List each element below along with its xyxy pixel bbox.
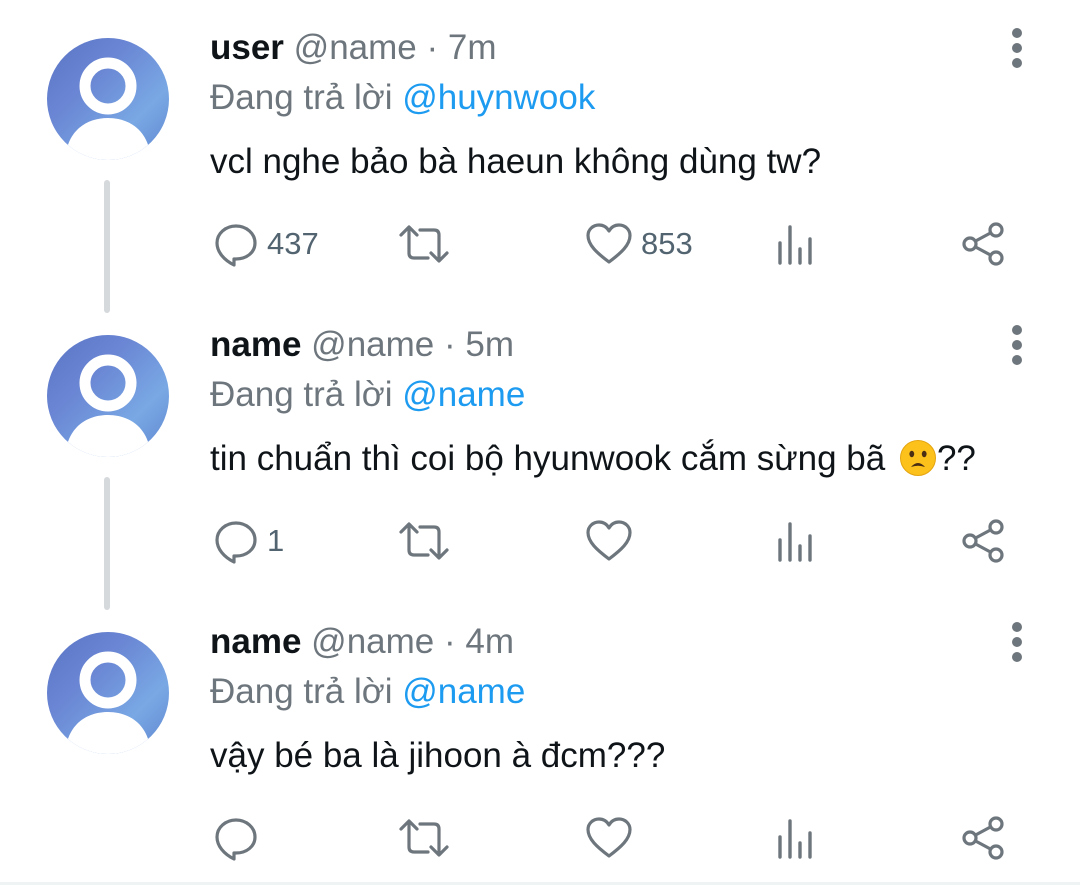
heart-icon: [586, 520, 632, 561]
tweet-text-content: tin chuẩn thì coi bộ hyunwook cắm sừng b…: [210, 439, 895, 478]
user-handle[interactable]: @name: [294, 28, 417, 67]
replying-to-label: Đang trả lời: [210, 78, 393, 117]
views-button[interactable]: [775, 514, 819, 568]
replying-to-line: Đang trả lời @name: [210, 375, 525, 415]
tweet-text: vcl nghe bảo bà haeun không dùng tw?: [210, 141, 821, 183]
tweet-text-content: vcl nghe bảo bà haeun không dùng tw?: [210, 142, 822, 181]
like-button[interactable]: 853: [585, 217, 693, 271]
retweet-button[interactable]: [397, 514, 459, 568]
replying-to-mention[interactable]: @name: [402, 672, 525, 711]
share-button[interactable]: [960, 514, 1006, 568]
views-bar-chart-icon: [778, 522, 812, 562]
more-vertical-icon: [1012, 622, 1022, 662]
more-options-button[interactable]: [1004, 620, 1030, 664]
tweet-text: vậy bé ba là jihoon à đcm???: [210, 735, 665, 777]
retweet-icon: [399, 522, 449, 560]
replying-to-mention[interactable]: @name: [402, 375, 525, 414]
user-handle[interactable]: @name: [311, 325, 434, 364]
tweet-2[interactable]: name @name · 5m Đang trả lời @name tin c…: [0, 297, 1080, 594]
tweet-3[interactable]: name @name · 4m Đang trả lời @name vậy b…: [0, 594, 1080, 891]
timestamp[interactable]: 5m: [465, 325, 514, 364]
views-bar-chart-icon: [778, 225, 812, 265]
conversation-thread: user @name · 7m Đang trả lời @huynwook v…: [0, 0, 1080, 885]
display-name[interactable]: name: [210, 325, 301, 364]
replying-to-label: Đang trả lời: [210, 375, 393, 414]
tweet-header: name @name · 5m: [210, 325, 514, 365]
timestamp[interactable]: 7m: [448, 28, 497, 67]
reply-bubble-icon: [215, 224, 257, 267]
user-handle[interactable]: @name: [311, 622, 434, 661]
timestamp[interactable]: 4m: [465, 622, 514, 661]
reply-button[interactable]: 437: [213, 217, 319, 271]
default-avatar-icon: [65, 651, 151, 754]
more-options-button[interactable]: [1004, 323, 1030, 367]
like-count: 853: [641, 226, 693, 261]
like-button[interactable]: [585, 811, 641, 865]
reply-bubble-icon: [215, 818, 257, 861]
display-name[interactable]: user: [210, 28, 284, 67]
action-bar: 1: [0, 514, 1080, 568]
separator-dot: ·: [426, 28, 439, 67]
share-icon: [962, 816, 1004, 860]
heart-icon: [586, 817, 632, 858]
tweet-text: tin chuẩn thì coi bộ hyunwook cắm sừng b…: [210, 438, 976, 480]
more-vertical-icon: [1012, 28, 1022, 68]
action-bar: 437 853: [0, 217, 1080, 271]
reply-bubble-icon: [215, 521, 257, 564]
views-bar-chart-icon: [778, 819, 812, 859]
display-name[interactable]: name: [210, 622, 301, 661]
retweet-button[interactable]: [397, 811, 459, 865]
avatar[interactable]: [47, 335, 169, 457]
replying-to-mention[interactable]: @huynwook: [402, 78, 595, 117]
separator-dot: ·: [444, 325, 456, 364]
separator-dot: ·: [444, 622, 456, 661]
default-avatar-icon: [65, 354, 151, 457]
tweet-header: name @name · 4m: [210, 622, 514, 662]
replying-to-label: Đang trả lời: [210, 672, 393, 711]
reply-count: 437: [267, 226, 319, 261]
tweet-text-content: vậy bé ba là jihoon à đcm???: [210, 736, 666, 775]
tweet-header: user @name · 7m: [210, 28, 497, 68]
share-icon: [962, 519, 1004, 563]
views-button[interactable]: [775, 217, 819, 271]
tweet-text-suffix: ??: [936, 439, 976, 478]
avatar[interactable]: [47, 38, 169, 160]
default-avatar-icon: [65, 57, 151, 160]
like-button[interactable]: [585, 514, 641, 568]
share-icon: [962, 222, 1004, 266]
share-button[interactable]: [960, 811, 1006, 865]
retweet-icon: [399, 819, 449, 857]
more-options-button[interactable]: [1004, 26, 1030, 70]
replying-to-line: Đang trả lời @name: [210, 672, 525, 712]
views-button[interactable]: [775, 811, 819, 865]
replying-to-line: Đang trả lời @huynwook: [210, 78, 595, 118]
frowning-face-emoji-icon: [899, 440, 936, 476]
retweet-icon: [399, 225, 449, 263]
tweet-1[interactable]: user @name · 7m Đang trả lời @huynwook v…: [0, 0, 1080, 297]
more-vertical-icon: [1012, 325, 1022, 365]
retweet-button[interactable]: [397, 217, 459, 271]
avatar[interactable]: [47, 632, 169, 754]
share-button[interactable]: [960, 217, 1006, 271]
heart-icon: [586, 223, 632, 264]
reply-button[interactable]: 1: [213, 514, 284, 568]
reply-button[interactable]: [213, 811, 267, 865]
reply-count: 1: [267, 523, 285, 558]
action-bar: [0, 811, 1080, 865]
